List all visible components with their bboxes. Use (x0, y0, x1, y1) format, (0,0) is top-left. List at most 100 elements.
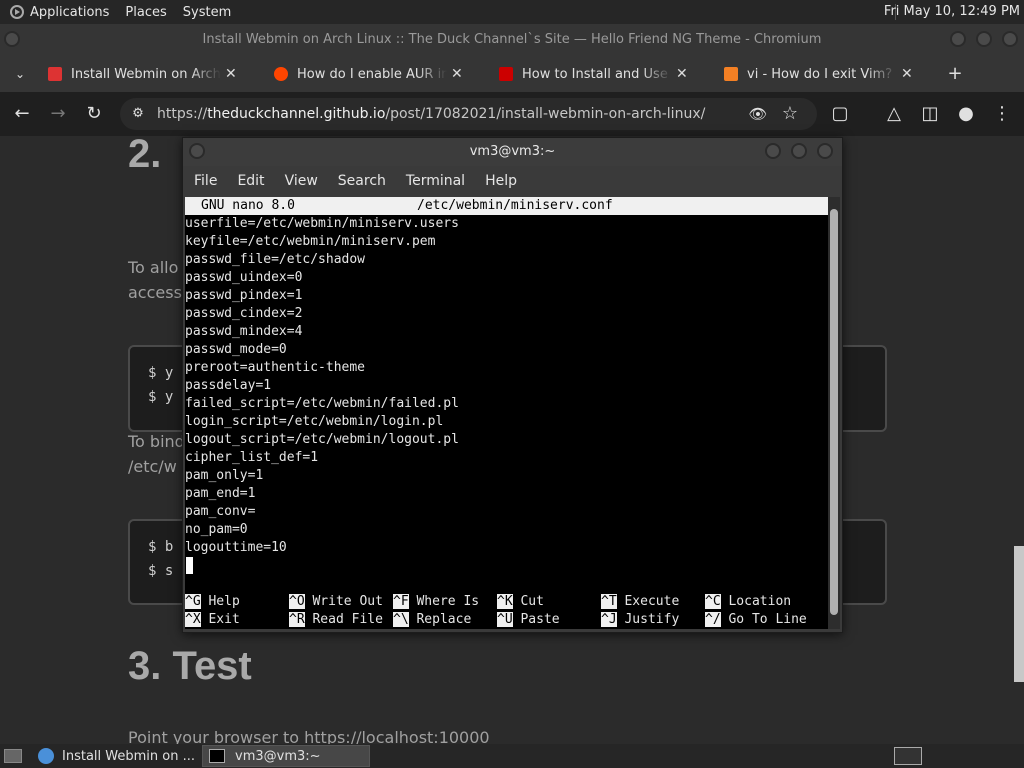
tab-install-webmin[interactable]: Install Webmin on Arch Linux ✕ (48, 60, 237, 88)
address-bar[interactable]: ⚙ https://theduckchannel.github.io/post/… (120, 98, 817, 130)
tab-close-icon[interactable]: ✕ (451, 66, 463, 82)
terminal-titlebar[interactable]: vm3@vm3:~ (183, 138, 842, 166)
code-line: $ y (148, 389, 174, 405)
menu-search[interactable]: Search (338, 173, 386, 189)
code-line: $ b (148, 539, 174, 555)
task-label: Install Webmin on ... (62, 748, 195, 764)
shortcut-key: ^K (497, 594, 513, 609)
code-line: $ s (148, 563, 174, 579)
shortcut-justify: ^J Justify (601, 611, 679, 629)
nano-version: GNU nano 8.0 (201, 198, 295, 213)
shortcut-key: ^F (393, 594, 409, 609)
chromium-icon (38, 748, 54, 764)
page-scrollbar[interactable] (1014, 546, 1024, 682)
paragraph-text: To allo (128, 258, 179, 277)
url-host: theduckchannel.github.io (207, 106, 386, 122)
paragraph-text: To bind (128, 432, 185, 451)
eye-slash-icon[interactable]: 👁 (748, 104, 768, 124)
distro-logo-icon[interactable] (10, 5, 24, 19)
workspace-switcher[interactable] (894, 745, 928, 767)
side-panel-icon[interactable]: ◫ (920, 104, 940, 124)
shortcut-label: Go To Line (728, 612, 807, 627)
paragraph-text: /etc/w (128, 457, 177, 476)
panel-menu-applications[interactable]: Applications (30, 5, 109, 20)
tab-close-icon[interactable]: ✕ (676, 66, 688, 82)
extensions-puzzle-icon[interactable]: ▢ (830, 104, 850, 124)
panel-clock[interactable]: Fri May 10, 12:49 PM (876, 0, 1020, 24)
menu-file[interactable]: File (194, 173, 217, 189)
shortcut-read-file: ^R Read File (289, 611, 383, 629)
maximize-button[interactable] (976, 31, 992, 47)
menu-terminal[interactable]: Terminal (406, 173, 465, 189)
window-menu-button[interactable] (189, 143, 205, 159)
shortcut-label: Location (728, 594, 792, 609)
menu-edit[interactable]: Edit (237, 173, 264, 189)
new-tab-plus-icon[interactable]: + (945, 64, 965, 84)
scrollbar-thumb[interactable] (830, 209, 838, 615)
bookmark-star-icon[interactable]: ☆ (780, 104, 800, 124)
panel-menu-system[interactable]: System (183, 5, 231, 20)
file-line: pam_only=1 (185, 468, 264, 483)
tab-search-chevron-icon[interactable]: ⌄ (10, 64, 30, 84)
shortcut-label: Cut (520, 594, 544, 609)
file-line: no_pam=0 (185, 522, 248, 537)
terminal-icon (209, 749, 225, 763)
shortcut-label: Write Out (312, 594, 383, 609)
tab-strip: ⌄ Install Webmin on Arch Linux ✕ How do … (0, 56, 1024, 92)
desktop-icon (4, 749, 22, 763)
shortcut-label: Justify (624, 612, 680, 627)
reload-icon[interactable]: ↻ (84, 104, 104, 124)
back-arrow-icon[interactable]: ← (12, 104, 32, 124)
nano-header-bar: GNU nano 8.0 /etc/webmin/miniserv.conf (185, 197, 828, 215)
shortcut-label: Read File (312, 612, 383, 627)
file-line: pam_end=1 (185, 486, 256, 501)
site-info-icon[interactable]: ⚙ (128, 104, 148, 124)
shortcut-label: Replace (416, 612, 472, 627)
shortcut-key: ^R (289, 612, 305, 627)
close-button[interactable] (817, 143, 833, 159)
file-line: logout_script=/etc/webmin/logout.pl (185, 432, 459, 447)
stackoverflow-favicon-icon (724, 67, 738, 81)
shortcut-help: ^G Help (185, 593, 240, 611)
close-button[interactable] (1002, 31, 1018, 47)
tab-label: vi - How do I exit Vim? - Stack (747, 66, 897, 82)
tab-install-gnu[interactable]: How to Install and Use GNU ✕ (499, 60, 688, 88)
tab-close-icon[interactable]: ✕ (225, 66, 237, 82)
shortcut-key: ^J (601, 612, 617, 627)
minimize-button[interactable] (765, 143, 781, 159)
reddit-favicon-icon (274, 67, 288, 81)
browser-titlebar[interactable]: Install Webmin on Arch Linux :: The Duck… (0, 24, 1024, 56)
show-desktop-icon[interactable] (4, 745, 24, 767)
kebab-menu-icon[interactable]: ⋮ (992, 104, 1012, 124)
browser-title: Install Webmin on Arch Linux :: The Duck… (202, 32, 822, 47)
shortcut-replace: ^\ Replace (393, 611, 471, 629)
taskbar-item-terminal[interactable]: vm3@vm3:~ (202, 745, 370, 767)
minimize-button[interactable] (950, 31, 966, 47)
taskbar-item-browser[interactable]: Install Webmin on ... (34, 745, 204, 767)
file-line: cipher_list_def=1 (185, 450, 319, 465)
menu-help[interactable]: Help (485, 173, 517, 189)
file-line: passwd_mode=0 (185, 342, 287, 357)
tab-close-icon[interactable]: ✕ (901, 66, 913, 82)
task-label: vm3@vm3:~ (235, 748, 321, 764)
terminal-screen[interactable]: GNU nano 8.0 /etc/webmin/miniserv.conf u… (185, 197, 828, 629)
toolbar: ← → ↻ ⚙ https://theduckchannel.github.io… (0, 92, 1024, 136)
file-line: passdelay=1 (185, 378, 272, 393)
forward-arrow-icon[interactable]: → (48, 104, 68, 124)
tab-enable-aur[interactable]: How do I enable AUR in pacman ✕ (274, 60, 463, 88)
labs-flask-icon[interactable]: △ (884, 104, 904, 124)
shortcut-key: ^U (497, 612, 513, 627)
window-menu-button[interactable] (4, 31, 20, 47)
terminal-window: vm3@vm3:~ File Edit View Search Terminal… (182, 137, 843, 633)
tab-exit-vim[interactable]: vi - How do I exit Vim? - Stack ✕ (724, 60, 913, 88)
terminal-scrollbar[interactable] (828, 197, 840, 629)
file-line: pam_conv= (185, 504, 256, 519)
shortcut-label: Exit (208, 612, 240, 627)
maximize-button[interactable] (791, 143, 807, 159)
url-text[interactable]: https://theduckchannel.github.io/post/17… (157, 98, 705, 130)
profile-avatar-icon[interactable]: ● (956, 104, 976, 124)
tab-label: How do I enable AUR in pacman (297, 66, 447, 82)
shortcut-key: ^T (601, 594, 617, 609)
panel-menu-places[interactable]: Places (125, 5, 166, 20)
menu-view[interactable]: View (285, 173, 318, 189)
